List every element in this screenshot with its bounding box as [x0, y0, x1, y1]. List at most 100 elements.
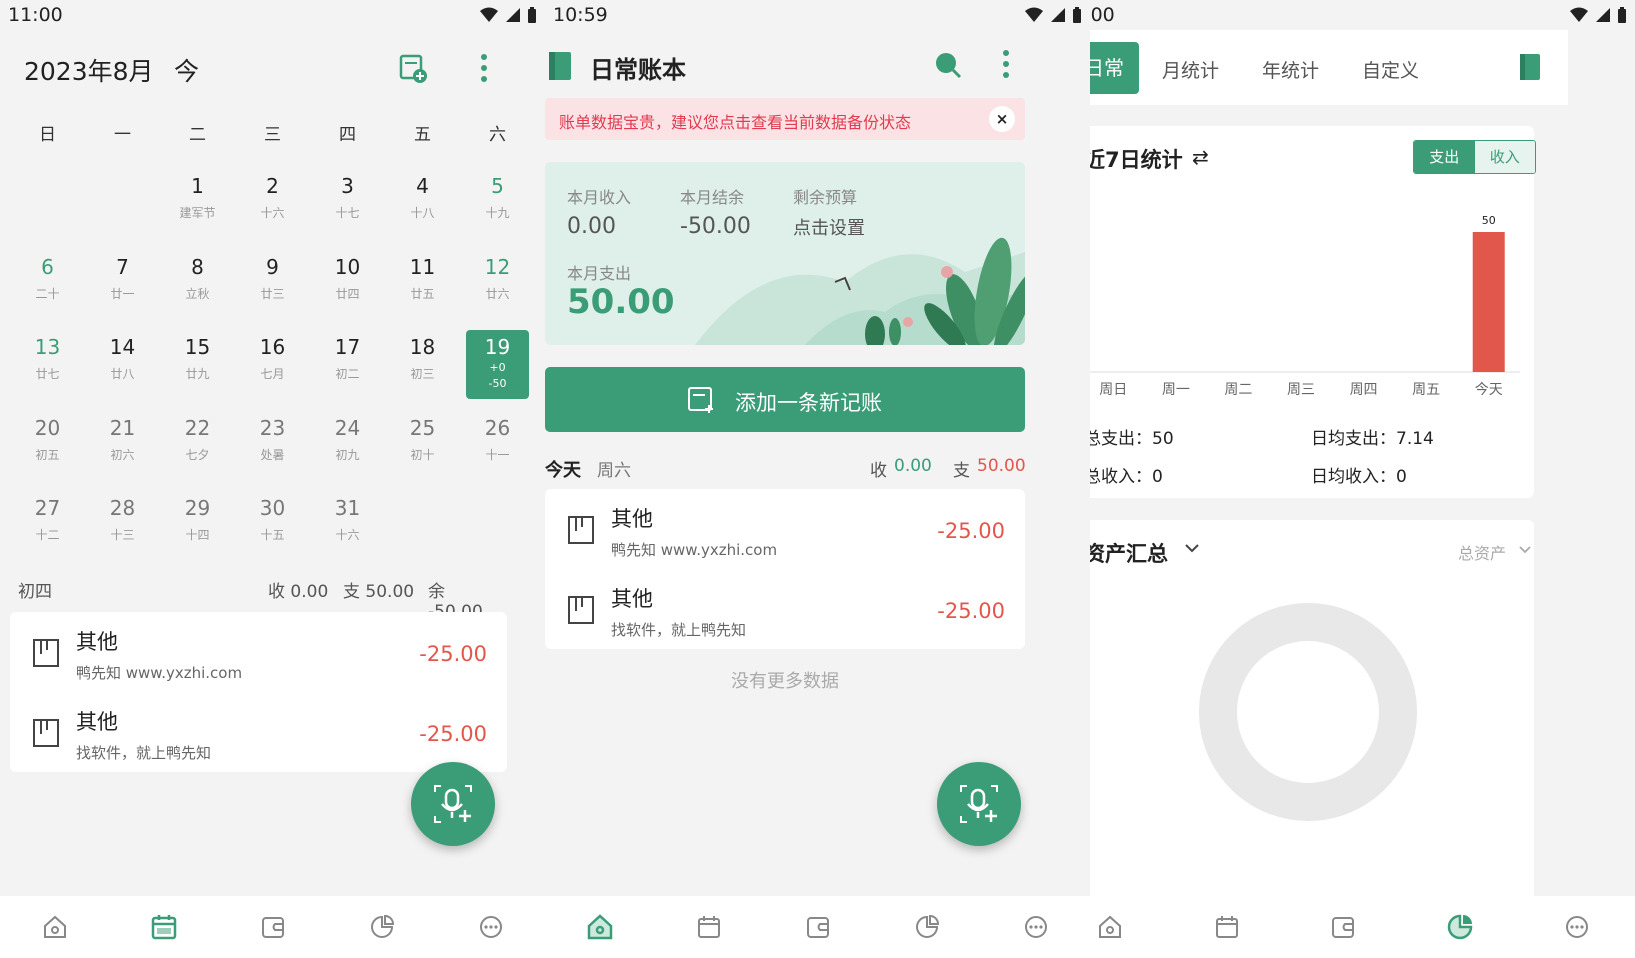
calendar-day[interactable]: 17 初二 [310, 326, 385, 407]
ledger-title[interactable]: 日常账本 [590, 50, 686, 85]
calendar-day[interactable]: 16 七月 [235, 326, 310, 407]
backup-banner[interactable]: 账单数据宝贵，建议您点击查看当前数据备份状态 × [545, 98, 1025, 140]
lunar-date: 初九 [335, 447, 360, 462]
calendar-day[interactable]: 9 廿三 [235, 246, 310, 327]
asset-selector[interactable]: 总资产 [1458, 540, 1506, 564]
today-weekday: 周六 [597, 461, 631, 481]
calendar-day[interactable]: 24 初九 [310, 407, 385, 488]
lunar-date: 十六 [335, 528, 360, 542]
calendar-day[interactable]: 8 立秋 [160, 246, 235, 327]
calendar-day[interactable]: 3 十七 [310, 165, 385, 246]
voice-add-button[interactable] [937, 762, 1021, 846]
lunar-date: 初三 [410, 367, 435, 381]
asset-title[interactable]: 资产汇总 [1090, 538, 1168, 568]
nav-home-icon[interactable] [35, 907, 75, 947]
record-item[interactable]: 其他 找软件，就上鸭先知 -25.00 [545, 569, 1025, 649]
calendar-day[interactable]: 28 十三 [85, 487, 160, 568]
add-record-button[interactable]: 添加一条新记账 [545, 367, 1025, 432]
tab-monthly[interactable]: 月统计 [1162, 56, 1219, 83]
calendar-day[interactable]: 2 十六 [235, 165, 310, 246]
day-number: 15 [184, 335, 211, 359]
toggle-expense[interactable]: 支出 [1414, 141, 1475, 173]
today-button[interactable]: 今 [174, 52, 199, 88]
day-number: 24 [334, 415, 361, 440]
total-expense: 总支出：50 [1090, 429, 1174, 449]
summary-day: 初四 [18, 582, 52, 602]
ledger-book-icon[interactable] [1518, 52, 1542, 86]
swap-icon[interactable]: ⇄ [1192, 145, 1209, 169]
toggle-income[interactable]: 收入 [1474, 141, 1535, 173]
nav-chart-icon[interactable] [1440, 907, 1480, 947]
nav-wallet-icon[interactable] [253, 907, 293, 947]
nav-home-icon[interactable] [580, 907, 620, 947]
nav-calendar-icon[interactable] [1207, 907, 1247, 947]
calendar-day[interactable]: 30 十五 [235, 487, 310, 568]
more-menu-icon[interactable] [479, 52, 489, 88]
nav-wallet-icon[interactable] [1323, 907, 1363, 947]
calendar-day[interactable]: 13 廿七 [10, 326, 85, 407]
calendar-day[interactable]: 22 七夕 [160, 407, 235, 488]
calendar-day[interactable]: 7 廿一 [85, 246, 160, 327]
day-number: 13 [34, 335, 61, 359]
chevron-down-icon[interactable] [1184, 540, 1200, 560]
tab-daily[interactable]: 日常 [1090, 42, 1139, 94]
nav-more-icon[interactable] [1557, 907, 1597, 947]
ledger-book-icon[interactable] [547, 50, 573, 86]
nav-chart-icon[interactable] [362, 907, 402, 947]
calendar-day[interactable]: 26 十一 [460, 407, 535, 488]
calendar-day[interactable]: 14 廿八 [85, 326, 160, 407]
calendar-day[interactable]: 12 廿六 [460, 246, 535, 327]
day-number: 2 [266, 174, 279, 198]
tab-custom[interactable]: 自定义 [1362, 56, 1419, 83]
budget-set-button[interactable]: 点击设置 [793, 214, 865, 240]
calendar-day[interactable]: 1 建军节 [160, 165, 235, 246]
bottom-nav [545, 896, 1090, 958]
day-number: 26 [484, 415, 511, 440]
record-item[interactable]: 其他 鸭先知 www.yxzhi.com -25.00 [10, 612, 507, 692]
nav-more-icon[interactable] [471, 907, 511, 947]
lunar-date: 十七 [335, 206, 360, 220]
close-icon[interactable]: × [989, 106, 1015, 132]
voice-add-button[interactable] [411, 762, 495, 846]
nav-more-icon[interactable] [1016, 907, 1056, 947]
day-number: 1 [191, 174, 204, 198]
search-icon[interactable] [933, 50, 963, 84]
bar-今天 [1472, 232, 1505, 372]
income-value: 0.00 [567, 214, 616, 239]
calendar-day[interactable]: 15 廿九 [160, 326, 235, 407]
calendar-day[interactable]: 27 十二 [10, 487, 85, 568]
calendar-day[interactable]: 10 廿四 [310, 246, 385, 327]
calendar-day[interactable]: 19 +0 -50 [466, 330, 529, 399]
calendar-day[interactable]: 23 处暑 [235, 407, 310, 488]
month-title[interactable]: 2023年8月 [24, 52, 154, 88]
nav-calendar-icon[interactable] [144, 907, 184, 947]
record-item[interactable]: 其他 找软件，就上鸭先知 -25.00 [10, 692, 507, 772]
nav-home-icon[interactable] [1090, 907, 1130, 947]
weekday-label: 六 [489, 125, 506, 145]
day-number: 11 [409, 254, 436, 279]
calendar-day[interactable]: 31 十六 [310, 487, 385, 568]
lunar-date: 十四 [185, 528, 210, 542]
nav-chart-icon[interactable] [907, 907, 947, 947]
day-number: 28 [109, 496, 136, 520]
nav-wallet-icon[interactable] [798, 907, 838, 947]
add-calendar-icon[interactable] [398, 52, 428, 88]
calendar-day[interactable]: 11 廿五 [385, 246, 460, 327]
tab-yearly[interactable]: 年统计 [1262, 56, 1319, 83]
calendar-day[interactable]: 29 十四 [160, 487, 235, 568]
book-icon [32, 718, 60, 752]
calendar-day[interactable]: 25 初十 [385, 407, 460, 488]
calendar-day[interactable]: 21 初六 [85, 407, 160, 488]
calendar-day[interactable]: 4 十八 [385, 165, 460, 246]
record-note: 找软件，就上鸭先知 [611, 621, 747, 639]
calendar-day[interactable]: 20 初五 [10, 407, 85, 488]
calendar-day[interactable]: 6 二十 [10, 246, 85, 327]
calendar-day[interactable]: 5 十九 [460, 165, 535, 246]
month-overview-card: 本月收入 0.00 本月结余 -50.00 剩余预算 点击设置 本月支出 50.… [545, 162, 1025, 345]
record-item[interactable]: 其他 鸭先知 www.yxzhi.com -25.00 [545, 489, 1025, 569]
chevron-down-icon[interactable] [1518, 542, 1532, 561]
calendar-day[interactable]: 18 初三 [385, 326, 460, 407]
battery-icon [528, 6, 536, 23]
nav-calendar-icon[interactable] [689, 907, 729, 947]
more-menu-icon[interactable] [1001, 48, 1011, 84]
